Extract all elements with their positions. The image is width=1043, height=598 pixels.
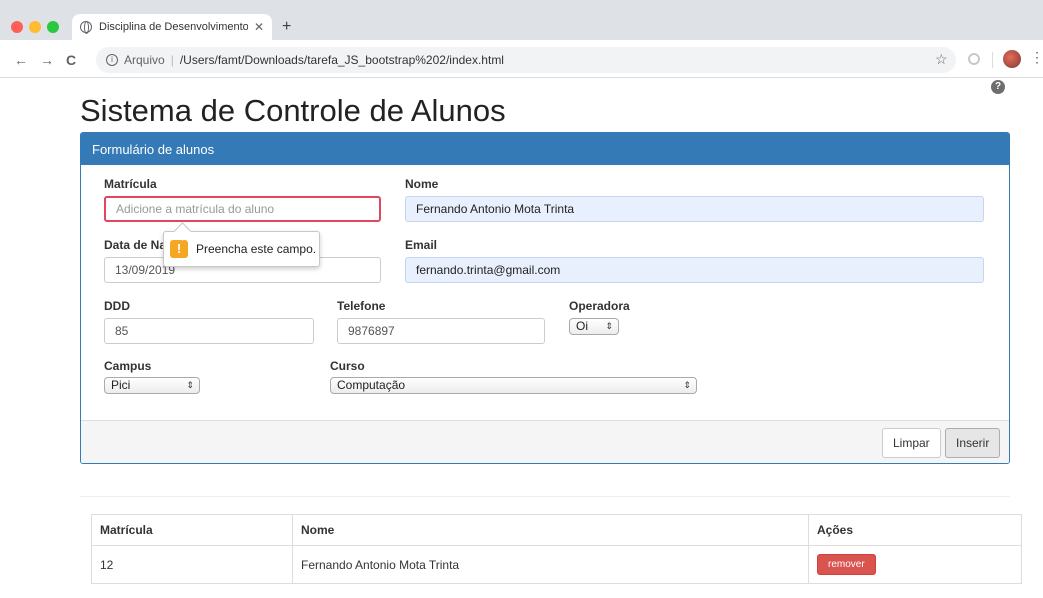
minimize-window-button[interactable] [29,21,41,33]
panel-heading: Formulário de alunos [81,133,1009,165]
reload-button[interactable]: C [66,52,76,68]
close-window-button[interactable] [11,21,23,33]
header-matricula: Matrícula [91,514,293,546]
limpar-button[interactable]: Limpar [882,428,941,458]
browser-tab-bar: Disciplina de Desenvolvimento ✕ + [0,0,1043,40]
remover-button[interactable]: remover [817,554,876,575]
address-bar[interactable]: i Arquivo | /Users/famt/Downloads/tarefa… [96,47,956,73]
matricula-placeholder: Adicione a matrícula do aluno [116,202,275,216]
curso-select[interactable]: Computação ⇕ [330,377,697,394]
select-arrows-icon: ⇕ [605,321,613,331]
bookmark-star-icon[interactable]: ☆ [935,51,948,68]
select-arrows-icon: ⇕ [186,380,194,390]
validation-tooltip: ! Preencha este campo. [163,231,320,267]
address-path: /Users/famt/Downloads/tarefa_JS_bootstra… [179,53,504,67]
telefone-input[interactable]: 9876897 [337,318,545,344]
matricula-input[interactable]: Adicione a matrícula do aluno [104,196,381,222]
section-divider [80,496,1010,497]
telefone-label: Telefone [337,299,386,313]
back-button[interactable]: ← [14,52,28,68]
browser-tab[interactable]: Disciplina de Desenvolvimento ✕ [72,14,272,40]
ddd-label: DDD [104,299,130,313]
student-form-panel: Formulário de alunos Limpar Inserir [80,132,1010,464]
table-row: 12 Fernando Antonio Mota Trinta remover [91,545,1022,584]
nome-input[interactable]: Fernando Antonio Mota Trinta [405,196,984,222]
browser-menu-icon[interactable]: ⋮ [1030,49,1043,66]
address-scheme: Arquivo [124,53,165,67]
select-arrows-icon: ⇕ [683,380,691,390]
email-label: Email [405,238,438,252]
campus-selected: Pici [111,378,131,392]
matricula-label: Matrícula [104,177,157,191]
new-tab-button[interactable]: + [282,18,291,36]
info-icon[interactable]: i [106,54,118,66]
forward-button[interactable]: → [40,52,54,68]
email-input[interactable]: fernando.trinta@gmail.com [405,257,984,283]
header-acoes: Ações [808,514,1022,546]
tab-title: Disciplina de Desenvolvimento [99,21,248,33]
campus-label: Campus [104,359,152,373]
campus-select[interactable]: Pici ⇕ [104,377,200,394]
operadora-select[interactable]: Oi ⇕ [569,318,619,335]
toolbar-divider [992,52,993,68]
table-header-row: Matrícula Nome Ações [91,514,1022,546]
validation-message: Preencha este campo. [196,242,317,256]
ddd-input[interactable]: 85 [104,318,314,344]
inserir-button[interactable]: Inserir [945,428,1001,458]
curso-label: Curso [330,359,365,373]
help-icon[interactable]: ? [991,80,1005,94]
students-table: Matrícula Nome Ações 12 Fernando Antonio… [91,514,1022,584]
page-title: Sistema de Controle de Alunos [80,93,506,128]
curso-selected: Computação [337,378,406,392]
address-separator: | [170,53,174,67]
row-nome: Fernando Antonio Mota Trinta [292,545,809,584]
profile-avatar[interactable] [1003,50,1021,68]
globe-icon [80,21,92,34]
data-nascimento-label: Data de Na [104,238,167,252]
maximize-window-button[interactable] [47,21,59,33]
extension-icon[interactable] [968,53,980,65]
row-acoes: remover [808,545,1022,584]
close-tab-icon[interactable]: ✕ [254,20,264,34]
browser-toolbar: ← → C i Arquivo | /Users/famt/Downloads/… [0,40,1043,78]
panel-footer: Limpar Inserir [81,420,1009,463]
operadora-selected: Oi [576,319,588,333]
nome-label: Nome [405,177,439,191]
warning-icon: ! [170,240,188,258]
header-nome: Nome [292,514,809,546]
operadora-label: Operadora [569,299,630,313]
row-matricula: 12 [91,545,293,584]
